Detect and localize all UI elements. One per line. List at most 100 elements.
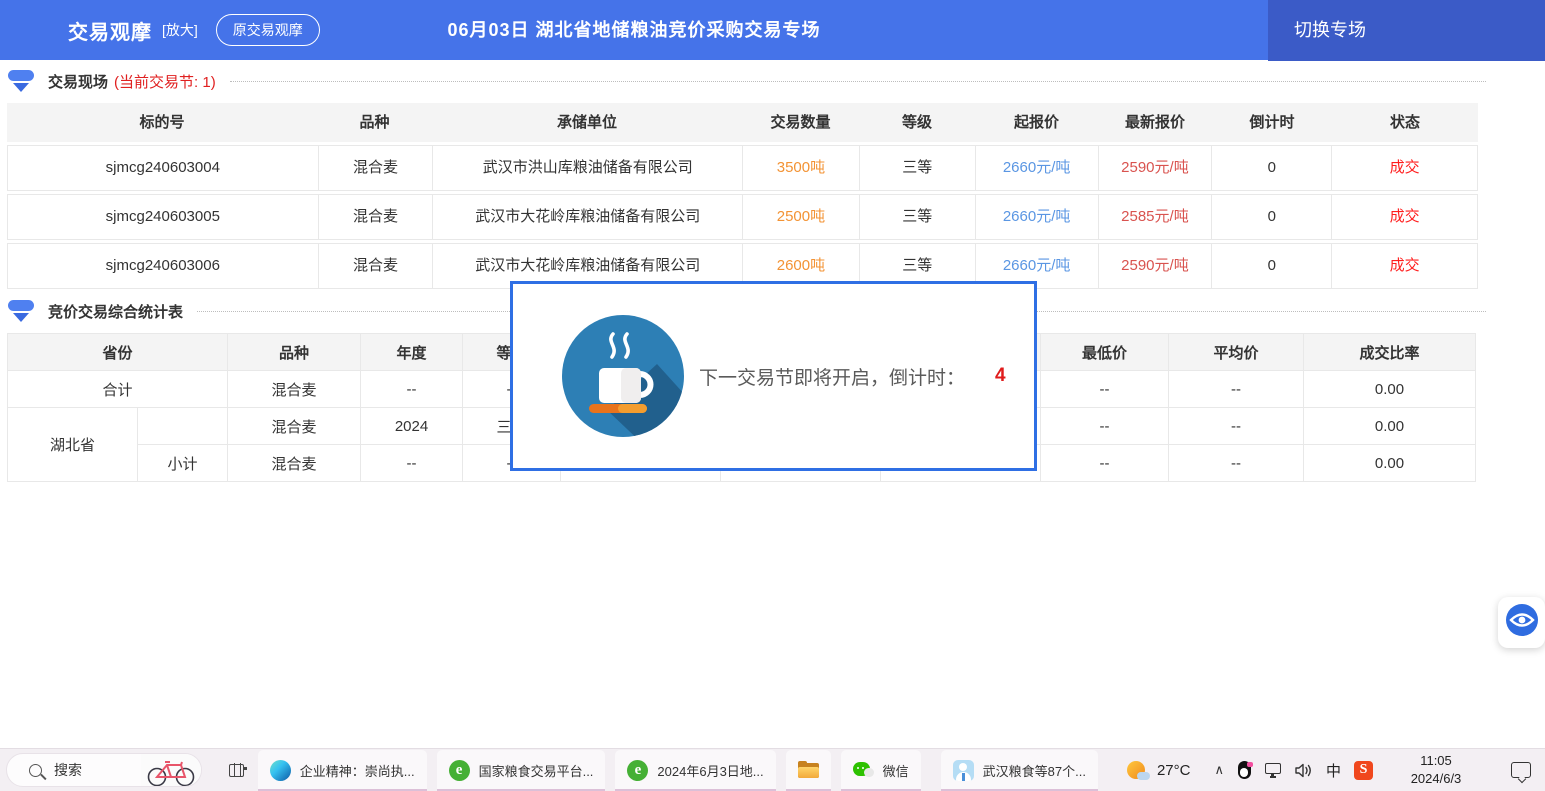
running-indicator — [786, 789, 831, 791]
taskbar-item-360-session-page[interactable]: e 2024年6月3日地... — [615, 750, 775, 791]
running-indicator — [437, 789, 606, 791]
qq-icon[interactable] — [1237, 761, 1252, 779]
coffee-cup-icon — [561, 314, 685, 438]
cell-start-price: 2660元/吨 — [975, 146, 1098, 190]
edge-browser-icon — [270, 760, 291, 781]
col-deal-ratio: 成交比率 — [1304, 334, 1476, 371]
windows-taskbar: 搜索 企业精神：崇尚执... e 国家粮食交易平台... — [0, 748, 1545, 791]
temperature-label: 27°C — [1157, 762, 1191, 779]
taskbar-weather[interactable]: 27°C — [1126, 759, 1191, 781]
cell-variety: 混合麦 — [318, 244, 433, 288]
cell-status: 成交 — [1331, 244, 1477, 288]
next-session-modal: 下一交易节即将开启，倒计时： 4 — [510, 281, 1037, 471]
cell-variety: 混合麦 — [318, 146, 433, 190]
floating-assistant-button[interactable] — [1498, 597, 1545, 648]
cell-latest-price: 2590元/吨 — [1098, 244, 1212, 288]
running-indicator — [941, 789, 1098, 791]
cell-year: -- — [361, 371, 463, 408]
screen: 交易观摩 [放大] 原交易观摩 06月03日 湖北省地储粮油竞价采购交易专场 切… — [0, 0, 1545, 791]
switch-session-button[interactable]: 切换专场 — [1268, 0, 1545, 61]
table-row: sjmcg240603004 混合麦 武汉市洪山库粮油储备有限公司 3500吨 … — [7, 145, 1478, 191]
col-depot: 承储单位 — [432, 103, 742, 142]
ime-indicator[interactable]: 中 — [1326, 760, 1341, 781]
cell-status: 成交 — [1331, 195, 1477, 239]
clock-date: 2024/6/3 — [1400, 770, 1472, 788]
notification-center-icon[interactable] — [1511, 762, 1531, 778]
running-indicator — [258, 789, 427, 791]
cell-avg: -- — [1169, 371, 1304, 408]
search-label: 搜索 — [54, 760, 82, 780]
cell-ratio: 0.00 — [1304, 408, 1476, 445]
360-browser-icon: e — [449, 760, 470, 781]
section-marker-icon — [8, 70, 34, 92]
session-title: 06月03日 湖北省地储粮油竞价采购交易专场 — [0, 0, 1268, 60]
search-icon — [29, 764, 42, 777]
live-trading-table: 标的号 品种 承储单位 交易数量 等级 起报价 最新报价 倒计时 状态 sjmc… — [7, 103, 1478, 292]
sogou-input-icon[interactable]: S — [1354, 761, 1373, 780]
cell-variety: 混合麦 — [228, 445, 361, 482]
cell-grade: 三等 — [859, 195, 975, 239]
cell-target-id: sjmcg240603006 — [8, 244, 318, 288]
cell-ratio: 0.00 — [1304, 445, 1476, 482]
cell-target-id: sjmcg240603004 — [8, 146, 318, 190]
col-latest-price: 最新报价 — [1098, 103, 1212, 142]
network-icon[interactable] — [1265, 763, 1282, 778]
cell-grade: 三等 — [859, 146, 975, 190]
tray-overflow-chevron[interactable]: ∧ — [1214, 762, 1224, 778]
system-tray: ∧ 中 S 11:05 2024/6/3 — [1214, 752, 1545, 787]
cell-avg: -- — [1169, 445, 1304, 482]
live-table-header: 标的号 品种 承储单位 交易数量 等级 起报价 最新报价 倒计时 状态 — [7, 103, 1478, 142]
app-header: 交易观摩 [放大] 原交易观摩 06月03日 湖北省地储粮油竞价采购交易专场 切… — [0, 0, 1545, 60]
col-min-price: 最低价 — [1041, 334, 1169, 371]
cell-status: 成交 — [1331, 146, 1477, 190]
360-browser-icon: e — [627, 760, 648, 781]
clock-time: 11:05 — [1400, 752, 1472, 770]
col-grade: 等级 — [859, 103, 975, 142]
col-variety: 品种 — [228, 334, 361, 371]
running-indicator — [841, 789, 921, 791]
cell-countdown: 0 — [1211, 146, 1331, 190]
dotted-divider — [230, 81, 1486, 82]
running-indicator — [615, 789, 775, 791]
cell-latest-price: 2590元/吨 — [1098, 146, 1212, 190]
taskbar-item-edge[interactable]: 企业精神：崇尚执... — [258, 750, 427, 791]
search-highlight-bike-image — [141, 754, 201, 787]
cell-variety: 混合麦 — [318, 195, 433, 239]
section-marker-icon — [8, 300, 34, 322]
wechat-icon — [853, 760, 874, 781]
cell-quantity: 3500吨 — [742, 146, 859, 190]
cell-province: 湖北省 — [8, 408, 138, 482]
current-session-note: (当前交易节: 1) — [114, 71, 216, 92]
col-province: 省份 — [8, 334, 228, 371]
col-status: 状态 — [1332, 103, 1478, 142]
contacts-app-icon — [953, 760, 974, 781]
taskbar-item-wechat[interactable]: 微信 — [841, 750, 921, 791]
taskbar-item-360-grain-platform[interactable]: e 国家粮食交易平台... — [437, 750, 606, 791]
assistant-icon — [1505, 603, 1539, 642]
taskbar-item-contacts[interactable]: 武汉粮食等87个... — [941, 750, 1098, 791]
cell-depot: 武汉市洪山库粮油储备有限公司 — [432, 146, 742, 190]
section2-title: 竞价交易综合统计表 — [48, 301, 183, 322]
cell-sub — [138, 408, 228, 445]
col-countdown: 倒计时 — [1212, 103, 1332, 142]
cell-variety: 混合麦 — [228, 408, 361, 445]
cell-depot: 武汉市大花岭库粮油储备有限公司 — [432, 195, 742, 239]
cell-variety: 混合麦 — [228, 371, 361, 408]
cell-min: -- — [1041, 371, 1169, 408]
cell-countdown: 0 — [1211, 195, 1331, 239]
task-view-button[interactable] — [226, 755, 248, 785]
cell-countdown: 0 — [1211, 244, 1331, 288]
taskbar-search[interactable]: 搜索 — [6, 753, 202, 787]
taskbar-item-file-explorer[interactable] — [786, 750, 831, 791]
volume-icon[interactable] — [1295, 763, 1313, 778]
modal-message: 下一交易节即将开启，倒计时： — [699, 363, 965, 390]
col-target-id: 标的号 — [7, 103, 317, 142]
section-live-trading: 交易现场 (当前交易节: 1) — [8, 64, 1486, 98]
col-variety: 品种 — [317, 103, 432, 142]
cell-min: -- — [1041, 408, 1169, 445]
taskbar-clock[interactable]: 11:05 2024/6/3 — [1400, 752, 1472, 787]
cell-start-price: 2660元/吨 — [975, 195, 1098, 239]
weather-sun-icon — [1126, 759, 1148, 781]
cell-ratio: 0.00 — [1304, 371, 1476, 408]
col-quantity: 交易数量 — [742, 103, 859, 142]
